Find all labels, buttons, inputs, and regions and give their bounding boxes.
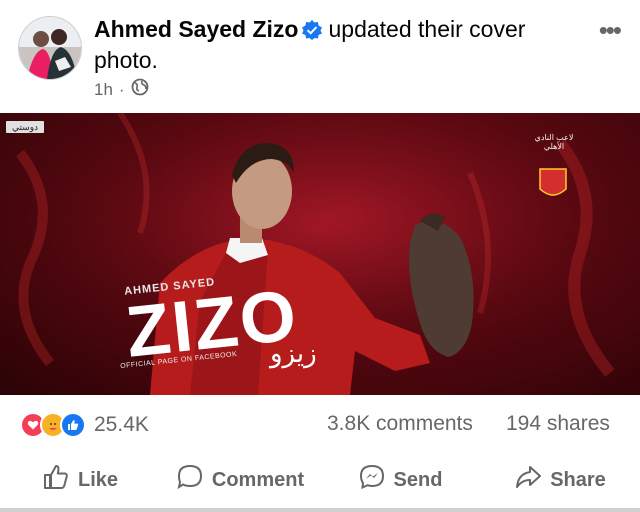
channel-logo: دوستي xyxy=(6,121,44,133)
meta-separator: · xyxy=(118,79,125,99)
share-label: Share xyxy=(550,468,606,491)
post-divider xyxy=(0,508,640,512)
verified-badge-icon xyxy=(302,17,323,40)
share-count[interactable]: 194 shares xyxy=(506,412,610,436)
cover-photo[interactable]: دوستي لاعب النادي الأهلي AHMED SAYED ZIZ… xyxy=(0,113,640,395)
like-button[interactable]: Like xyxy=(0,455,160,505)
like-reaction-icon xyxy=(60,412,86,438)
like-label: Like xyxy=(77,468,119,491)
comment-icon xyxy=(176,463,204,497)
post-time[interactable]: 1h xyxy=(94,80,113,100)
more-options-icon[interactable]: ••• xyxy=(599,17,622,43)
author-name[interactable]: Ahmed Sayed Zizo xyxy=(94,16,298,42)
avatar[interactable] xyxy=(18,16,82,80)
reaction-count: 25.4K xyxy=(94,413,149,436)
send-button[interactable]: Send xyxy=(320,455,480,505)
engagement-stats: 25.4K 3.8K comments 194 shares xyxy=(0,400,640,450)
share-button[interactable]: Share xyxy=(480,455,640,505)
messenger-icon xyxy=(358,463,386,497)
comment-button[interactable]: Comment xyxy=(160,455,320,505)
post-meta: 1h · xyxy=(94,78,149,101)
reactions-summary[interactable]: 25.4K xyxy=(20,412,149,438)
comment-label: Comment xyxy=(211,468,305,491)
post-actions: Like Comment Send Share xyxy=(0,455,640,505)
post-header: Ahmed Sayed Zizo updated their cover phot… xyxy=(0,0,640,110)
post-header-text: Ahmed Sayed Zizo updated their cover phot… xyxy=(94,14,564,76)
cover-signature: زيزو xyxy=(270,339,317,369)
share-icon xyxy=(514,463,542,497)
like-icon xyxy=(42,463,70,497)
send-label: Send xyxy=(393,468,443,491)
club-text: لاعب النادي الأهلي xyxy=(534,133,574,151)
comment-count[interactable]: 3.8K comments xyxy=(327,412,473,436)
globe-icon[interactable] xyxy=(131,78,149,101)
